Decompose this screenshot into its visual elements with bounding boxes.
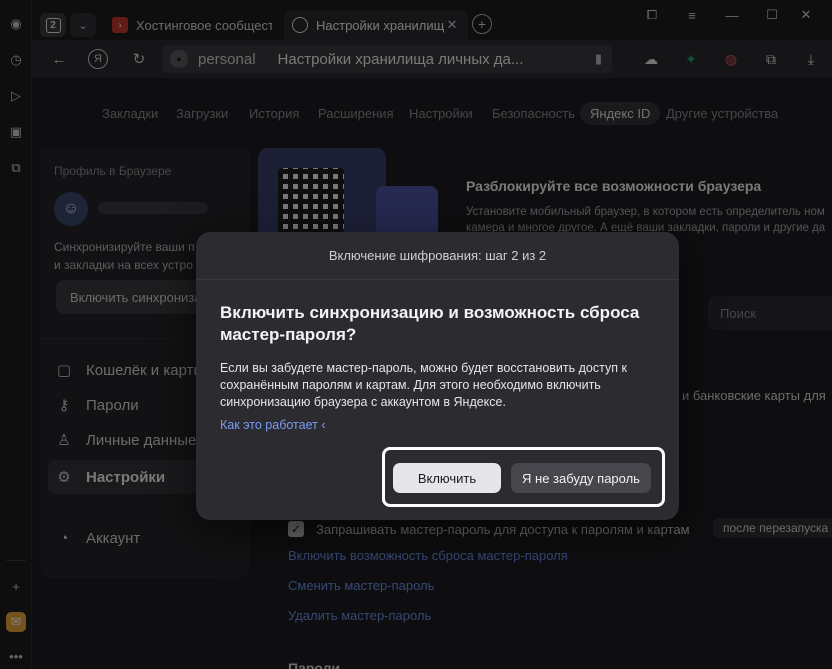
dialog-title: Включить синхронизацию и возможность сбр… bbox=[220, 303, 640, 344]
dialog-body: Если вы забудете мастер-пароль, можно бу… bbox=[220, 361, 627, 409]
how-it-works-link[interactable]: Как это работает ‹ bbox=[220, 418, 325, 432]
wont-forget-password-button[interactable]: Я не забуду пароль bbox=[511, 463, 651, 493]
enable-button[interactable]: Включить bbox=[393, 463, 501, 493]
encryption-dialog: Включение шифрования: шаг 2 из 2 Включит… bbox=[196, 232, 679, 520]
dialog-step-header: Включение шифрования: шаг 2 из 2 bbox=[196, 232, 679, 280]
chevron-down-icon: ‹ bbox=[321, 418, 326, 432]
how-it-works-label: Как это работает bbox=[220, 418, 318, 432]
